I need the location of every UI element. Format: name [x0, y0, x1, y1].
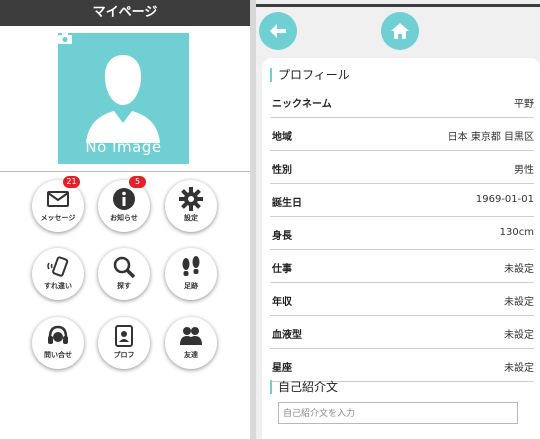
menu-button[interactable]: 設定 [165, 180, 217, 232]
profile-row: 年収 未設定 [270, 282, 534, 316]
menu-label: お知らせ [110, 214, 138, 222]
menu-button[interactable]: 問い合せ [32, 317, 84, 369]
profile-field-label: 年収 [272, 297, 292, 308]
notification-badge: 5 [129, 176, 146, 188]
menu-button[interactable]: メッセージ 21 [32, 176, 84, 232]
divider [0, 171, 250, 172]
profile-field-value: 男性 [514, 165, 534, 176]
menu-button[interactable]: 友達 [165, 317, 217, 369]
menu-label: メッセージ [40, 214, 76, 222]
profile-card: プロフィール ニックネーム 平野地域 日本 東京都 目黒区性別 男性誕生日 1969-0… [262, 58, 540, 439]
page-title: マイページ [0, 0, 250, 26]
gear-icon [179, 187, 203, 211]
profile-row: 性別 男性 [270, 150, 534, 184]
profile-field-label: 星座 [272, 363, 292, 374]
profile-row: 誕生日 1969-01-01 [270, 183, 534, 217]
profile-heading: プロフィール [270, 68, 350, 82]
mail-icon [47, 191, 69, 207]
menu-label: すれ違い [44, 282, 72, 290]
profile-field-label: 仕事 [272, 264, 292, 275]
profile-field-label: 血液型 [272, 330, 302, 341]
arrow-left-icon [270, 24, 286, 38]
profile-field-value: 日本 東京都 目黒区 [447, 132, 534, 143]
home-button[interactable] [381, 12, 419, 50]
my-page-panel: マイページ No Image メッセージ 21 お知らせ 5 設定すれ違い 探す 足跡問い合… [0, 0, 250, 439]
footprints-icon [182, 256, 200, 276]
avatar[interactable]: No Image [58, 33, 189, 164]
notification-badge: 21 [63, 176, 80, 188]
menu-label: 足跡 [184, 282, 198, 290]
camera-icon[interactable] [58, 33, 72, 44]
top-bar-line [256, 4, 540, 7]
profile-field-value: 130cm [499, 227, 534, 238]
profile-panel: プロフィール ニックネーム 平野地域 日本 東京都 目黒区性別 男性誕生日 1969-0… [256, 0, 540, 439]
menu-button[interactable]: 足跡 [165, 248, 217, 300]
profile-field-label: 性別 [272, 165, 292, 176]
menu-label: 設定 [184, 214, 198, 222]
profile-field-value: 未設定 [504, 297, 534, 308]
menu-label: 友達 [184, 351, 198, 359]
menu-button[interactable]: お知らせ 5 [98, 176, 150, 232]
menu-button[interactable]: 探す [98, 248, 150, 300]
profile-field-value: 未設定 [504, 363, 534, 374]
profile-field-label: 地域 [272, 132, 292, 143]
search-icon [113, 256, 136, 279]
profile-row: 血液型 未設定 [270, 315, 534, 349]
profile-field-value: 平野 [514, 99, 534, 110]
menu-label: プロフ [113, 351, 135, 359]
profile-row: ニックネーム 平野 [270, 84, 534, 118]
profile-row: 身長 130cm [270, 216, 534, 250]
phone-vibrate-icon [47, 256, 69, 277]
profile-field-value: 未設定 [504, 264, 534, 275]
profile-row: 仕事 未設定 [270, 249, 534, 283]
profile-field-value: 1969-01-01 [475, 194, 534, 205]
menu-label: 探す [117, 282, 131, 290]
intro-heading: 自己紹介文 [270, 380, 338, 394]
profile-field-label: ニックネーム [272, 99, 332, 110]
intro-input[interactable]: 自己紹介文を入力 [278, 402, 518, 424]
menu-label: 問い合せ [44, 351, 72, 359]
profile-card-icon [115, 325, 133, 347]
menu-button[interactable]: すれ違い [32, 248, 84, 300]
profile-row: 地域 日本 東京都 目黒区 [270, 117, 534, 151]
profile-field-label: 身長 [272, 231, 292, 242]
menu-button[interactable]: プロフ [98, 317, 150, 369]
friends-icon [180, 327, 202, 345]
home-icon [391, 23, 409, 39]
profile-field-value: 未設定 [504, 330, 534, 341]
headset-icon [48, 325, 68, 344]
info-icon [113, 188, 135, 210]
profile-row: 星座 未設定 [270, 348, 534, 382]
no-image-label: No Image [85, 138, 162, 156]
back-button[interactable] [259, 12, 297, 50]
profile-field-label: 誕生日 [272, 198, 302, 209]
